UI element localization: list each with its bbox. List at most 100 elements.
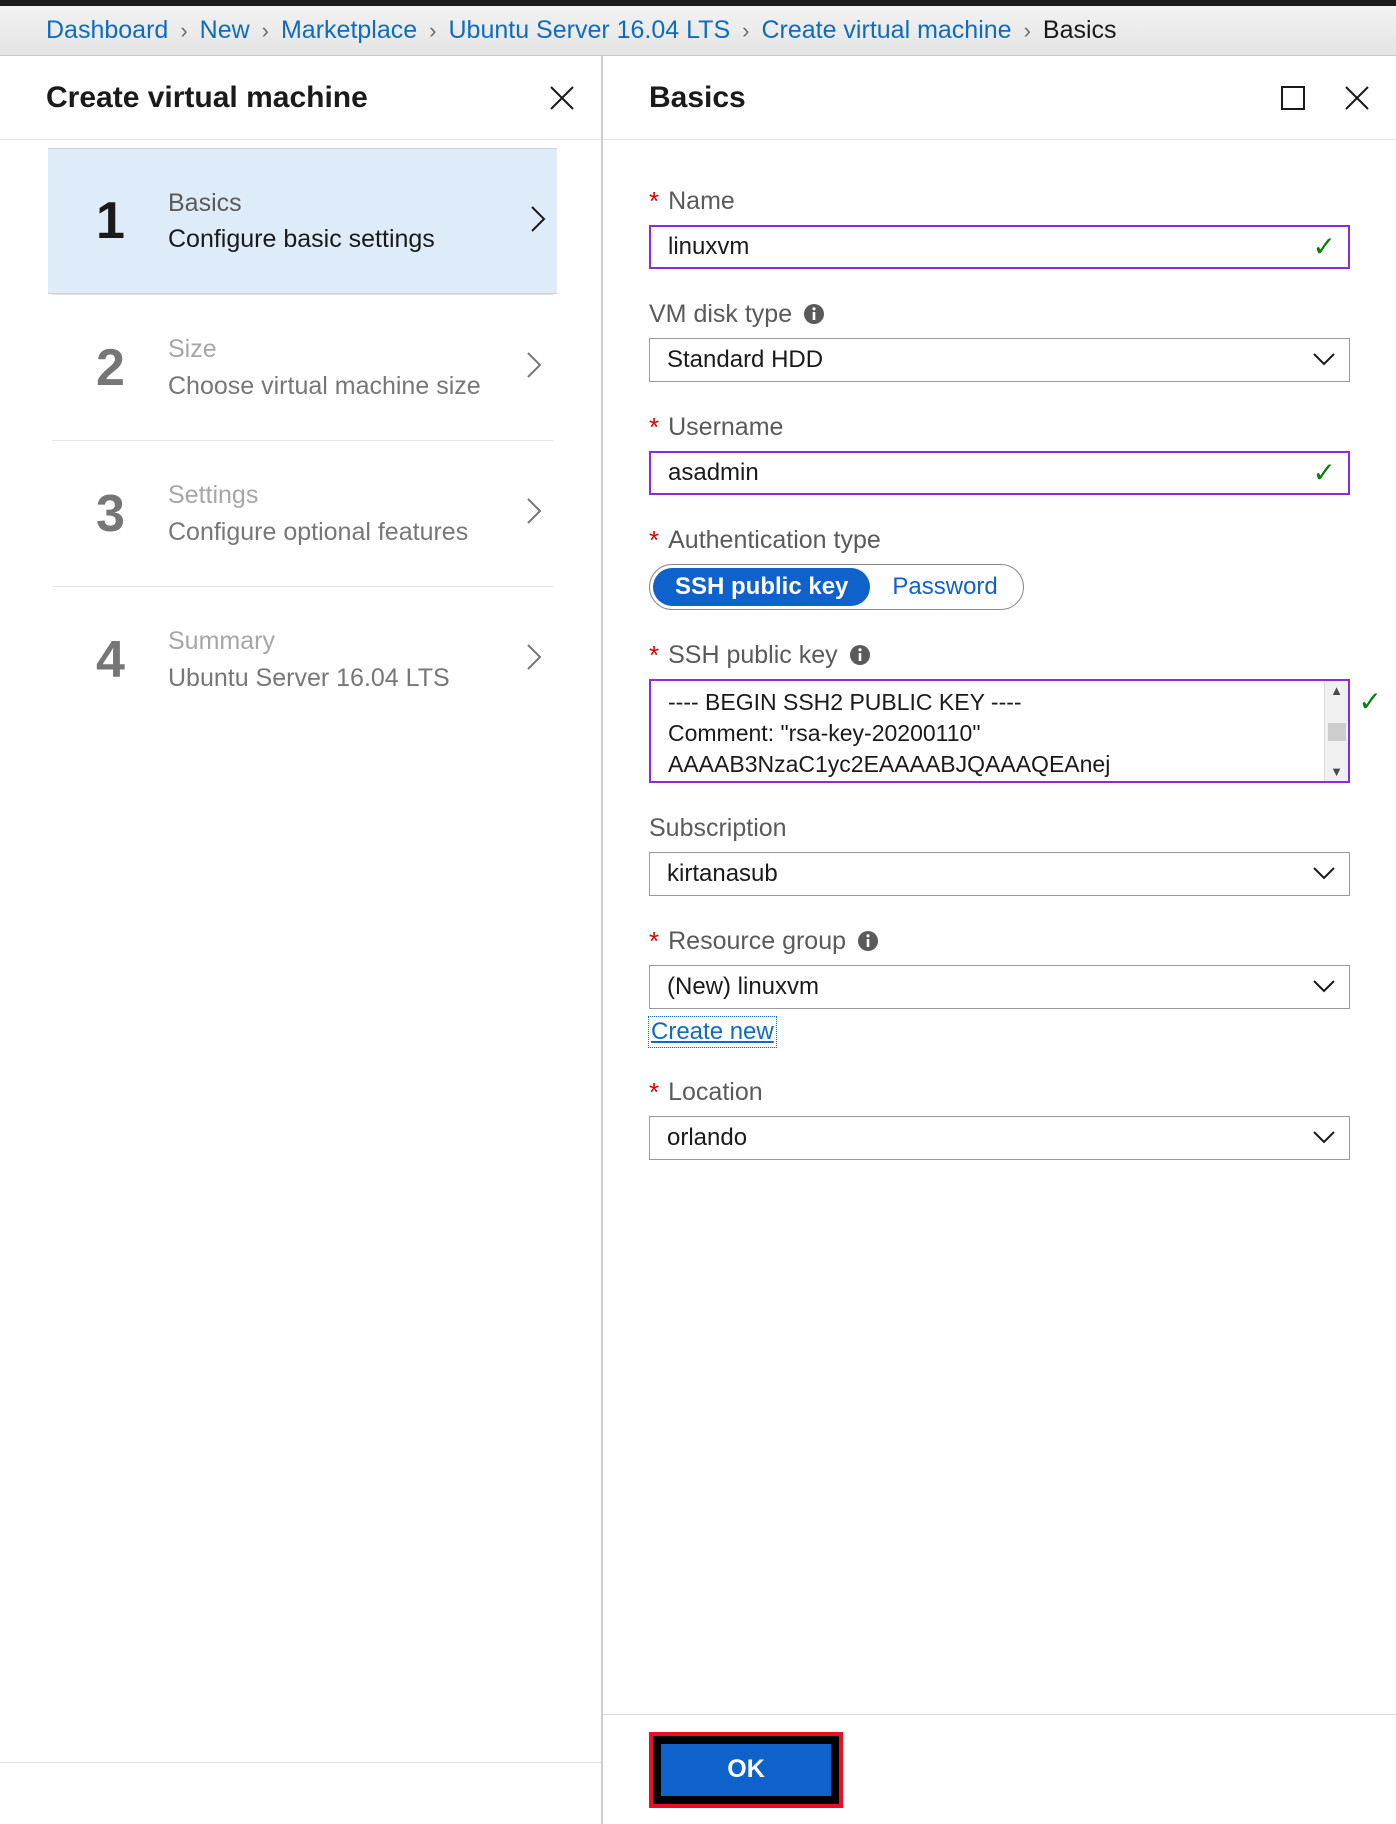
auth-option-password[interactable]: Password	[870, 568, 1019, 606]
username-input-value: asadmin	[668, 459, 759, 486]
chevron-down-icon	[1311, 1124, 1337, 1152]
step-text: Summary Ubuntu Server 16.04 LTS	[168, 623, 521, 696]
ssh-key-line: AAAAB3NzaC1yc2EAAAABJQAAAQEAnej	[668, 751, 1111, 777]
step-number: 2	[96, 338, 125, 397]
step-title: Size	[168, 335, 217, 364]
breadcrumb-item-marketplace[interactable]: Marketplace	[281, 16, 417, 45]
location-select[interactable]: orlando	[649, 1116, 1350, 1160]
location-label: Location	[668, 1078, 763, 1106]
username-label-row: * Username	[649, 412, 1350, 442]
basics-header-actions	[1276, 81, 1374, 115]
info-icon[interactable]	[803, 303, 825, 325]
sidebar-item-settings[interactable]: 3 Settings Configure optional features	[52, 440, 553, 586]
create-vm-header-actions	[545, 81, 579, 115]
name-input[interactable]: linuxvm ✓	[649, 225, 1350, 269]
breadcrumb-item-create-virtual-machine[interactable]: Create virtual machine	[761, 16, 1011, 45]
scrollbar-thumb[interactable]	[1327, 723, 1346, 741]
step-subtitle: Configure basic settings	[168, 225, 435, 253]
name-input-value: linuxvm	[668, 233, 750, 260]
field-username: * Username asadmin ✓	[649, 412, 1350, 495]
required-asterisk: *	[649, 1077, 660, 1107]
ok-button[interactable]: OK	[661, 1743, 831, 1796]
authentication-type-label: Authentication type	[668, 526, 881, 554]
auth-option-ssh-public-key[interactable]: SSH public key	[653, 568, 871, 606]
step-title: Settings	[168, 481, 259, 510]
breadcrumb-separator-icon: ›	[429, 17, 437, 43]
page-title: Create virtual machine	[46, 80, 368, 114]
create-vm-blade-footer	[0, 1762, 601, 1824]
info-icon[interactable]	[849, 644, 871, 666]
ssh-public-key-textarea[interactable]: ---- BEGIN SSH2 PUBLIC KEY ---- Comment:…	[649, 679, 1382, 783]
subscription-select[interactable]: kirtanasub	[649, 852, 1350, 896]
valid-check-icon: ✓	[1358, 686, 1382, 717]
breadcrumb-separator-icon: ›	[180, 17, 188, 43]
breadcrumb-item-new[interactable]: New	[200, 16, 250, 45]
info-icon[interactable]	[857, 930, 879, 952]
basics-blade-header: Basics	[603, 56, 1396, 140]
valid-check-icon: ✓	[1312, 231, 1336, 262]
step-number: 3	[96, 484, 125, 543]
close-icon[interactable]	[1340, 81, 1374, 115]
ok-button-highlight: OK	[649, 1731, 843, 1808]
vm-disk-type-label-row: VM disk type	[649, 299, 1350, 329]
sidebar-item-basics[interactable]: 1 Basics Configure basic settings	[48, 148, 557, 294]
required-asterisk: *	[649, 186, 660, 216]
step-subtitle: Choose virtual machine size	[168, 371, 481, 400]
username-label: Username	[668, 413, 784, 441]
breadcrumb-item-dashboard[interactable]: Dashboard	[46, 16, 168, 45]
field-resource-group: * Resource group (New) linuxvm Create ne…	[648, 926, 1350, 1048]
field-subscription: Subscription kirtanasub	[649, 813, 1350, 896]
ssh-key-line: Comment: "rsa-key-20200110"	[668, 720, 981, 746]
required-asterisk: *	[649, 412, 660, 442]
username-input[interactable]: asadmin ✓	[649, 451, 1350, 495]
chevron-down-icon	[1311, 860, 1337, 888]
resource-group-label: Resource group	[668, 927, 847, 955]
vm-disk-type-select[interactable]: Standard HDD	[649, 338, 1350, 382]
field-ssh-public-key: * SSH public key ---- BEGIN SSH2 PUBLIC …	[649, 640, 1382, 783]
close-icon[interactable]	[545, 81, 579, 115]
step-text: Basics Configure basic settings	[168, 185, 525, 258]
azure-portal-window: Dashboard › New › Marketplace › Ubuntu S…	[0, 0, 1396, 1824]
field-location: * Location orlando	[649, 1077, 1350, 1160]
step-text: Size Choose virtual machine size	[168, 331, 521, 404]
vm-disk-type-label: VM disk type	[649, 300, 793, 328]
maximize-icon[interactable]	[1276, 81, 1310, 115]
sidebar-item-size[interactable]: 2 Size Choose virtual machine size	[52, 294, 553, 440]
scroll-down-icon[interactable]: ▼	[1330, 765, 1343, 778]
location-label-row: * Location	[649, 1077, 1350, 1107]
step-text: Settings Configure optional features	[168, 477, 521, 550]
textarea-scrollbar[interactable]: ▲ ▼	[1324, 681, 1348, 781]
required-asterisk: *	[649, 926, 660, 956]
resource-group-value: (New) linuxvm	[667, 973, 820, 1000]
breadcrumb-separator-icon: ›	[261, 17, 269, 43]
scroll-up-icon[interactable]: ▲	[1330, 684, 1343, 697]
basics-form: * Name linuxvm ✓ VM disk type Standard H…	[603, 140, 1396, 1714]
basics-title: Basics	[649, 80, 746, 114]
ssh-public-key-text: ---- BEGIN SSH2 PUBLIC KEY ---- Comment:…	[651, 681, 1324, 781]
resource-group-label-row: * Resource group	[649, 926, 1350, 956]
field-vm-disk-type: VM disk type Standard HDD	[649, 299, 1350, 382]
basics-blade-footer: OK	[603, 1714, 1396, 1824]
ssh-public-key-label-row: * SSH public key	[649, 640, 1350, 670]
step-subtitle: Configure optional features	[168, 517, 469, 546]
resource-group-select[interactable]: (New) linuxvm	[649, 965, 1350, 1009]
step-number: 1	[96, 192, 125, 250]
required-asterisk: *	[649, 640, 660, 670]
subscription-value: kirtanasub	[667, 860, 778, 887]
chevron-right-icon	[521, 348, 547, 387]
create-new-link[interactable]: Create new	[648, 1016, 777, 1048]
ssh-key-line: ---- BEGIN SSH2 PUBLIC KEY ----	[668, 689, 1022, 715]
breadcrumb-item-basics: Basics	[1042, 16, 1117, 44]
sidebar-item-summary[interactable]: 4 Summary Ubuntu Server 16.04 LTS	[52, 586, 553, 732]
wizard-steps: 1 Basics Configure basic settings 2 Size…	[0, 140, 601, 1762]
subscription-label: Subscription	[649, 814, 787, 842]
chevron-right-icon	[525, 202, 551, 241]
chevron-down-icon	[1311, 973, 1337, 1001]
breadcrumb-item-ubuntu-server[interactable]: Ubuntu Server 16.04 LTS	[448, 16, 730, 45]
ssh-public-key-label: SSH public key	[668, 641, 838, 669]
breadcrumb-separator-icon: ›	[1023, 17, 1031, 43]
chevron-right-icon	[521, 640, 547, 679]
breadcrumb: Dashboard › New › Marketplace › Ubuntu S…	[0, 6, 1396, 56]
step-number: 4	[96, 630, 125, 689]
create-vm-blade: Create virtual machine 1 Basics Configur…	[0, 56, 603, 1824]
